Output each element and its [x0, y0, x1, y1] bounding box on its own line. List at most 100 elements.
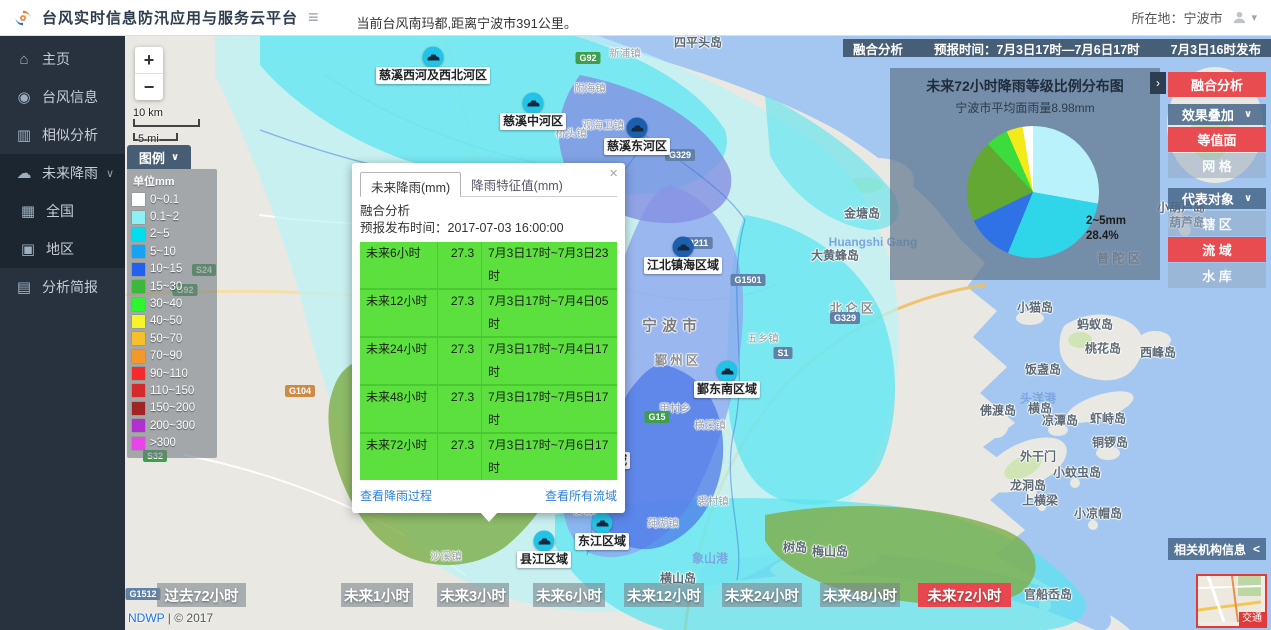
- sidebar-label: 未来降雨: [42, 163, 98, 183]
- layer-toggle-button[interactable]: 辖 区: [1168, 211, 1266, 236]
- time-range-button[interactable]: 未来24小时: [722, 583, 802, 607]
- sidebar-item-2[interactable]: ▥相似分析: [0, 116, 125, 154]
- time-range-button[interactable]: 未来1小时: [341, 583, 413, 607]
- header-user-area[interactable]: 所在地：宁波市 ▾: [1131, 8, 1257, 27]
- location-label: 所在地：宁波市: [1131, 8, 1222, 27]
- legend-item: 0~0.1: [132, 191, 212, 208]
- hamburger-menu-icon[interactable]: ≡: [308, 7, 319, 28]
- legend-range-label: 200~300: [150, 420, 195, 432]
- view-all-basins-link[interactable]: 查看所有流域: [545, 487, 617, 504]
- sidebar-icon-1: ◉: [15, 88, 33, 106]
- legend-title: 图例: [139, 148, 165, 167]
- value-cell: 27.3: [438, 242, 482, 288]
- region-marker-label[interactable]: 县江区域: [517, 551, 571, 568]
- period-cell: 未来72小时: [360, 434, 438, 480]
- road-badge: S1: [773, 347, 792, 359]
- fusion-analysis-button[interactable]: 融合分析: [1168, 72, 1266, 97]
- time-range-button[interactable]: 未来3小时: [437, 583, 509, 607]
- legend-item: 110~150: [132, 382, 212, 399]
- layer-toggle-button[interactable]: 流 域: [1168, 237, 1266, 262]
- time-range-button[interactable]: 未来48小时: [820, 583, 900, 607]
- car-icon: [596, 519, 609, 528]
- tab-rain-feature[interactable]: 降雨特征值(mm): [461, 171, 573, 196]
- chevron-left-icon: <: [1253, 542, 1260, 556]
- time-range-button[interactable]: 未来72小时: [918, 583, 1011, 607]
- car-icon: [631, 124, 644, 133]
- legend-item: 200~300: [132, 417, 212, 434]
- region-marker[interactable]: [592, 513, 613, 534]
- region-marker-label[interactable]: 东江区域: [575, 533, 629, 550]
- map-label-town: 莼湖镇: [647, 516, 679, 531]
- sidebar-icon-5: ▣: [19, 240, 37, 258]
- close-icon[interactable]: ×: [609, 166, 618, 181]
- value-cell: 27.3: [438, 338, 482, 384]
- rain-level-pie-chart[interactable]: [967, 126, 1099, 258]
- layer-group-header-0[interactable]: 效果叠加∨: [1168, 104, 1266, 125]
- chevron-down-icon: ∨: [171, 152, 179, 163]
- pie-tooltip: 2~5mm 28.4%: [1086, 214, 1126, 244]
- legend-range-label: 150~200: [150, 402, 195, 414]
- table-row: 未来24小时27.37月3日17时~7月4日17时: [360, 338, 617, 386]
- sidebar-label: 分析简报: [42, 277, 98, 297]
- sidebar-label: 台风信息: [42, 87, 98, 107]
- layer-toggle-button[interactable]: 等值面: [1168, 127, 1266, 152]
- legend-swatch: [132, 211, 145, 224]
- sidebar-item-0[interactable]: ⌂主页: [0, 40, 125, 78]
- map-container[interactable]: 四平头岛新浦镇附海镇观海卫镇桥头镇金塘岛Huangshi Gang大黄蜂岛葫芦岛…: [125, 35, 1271, 630]
- legend-swatch: [132, 228, 145, 241]
- sidebar-item-5[interactable]: ▣ 地区: [0, 230, 125, 268]
- layer-toggle-button[interactable]: 网 格: [1168, 153, 1266, 178]
- region-marker[interactable]: [717, 361, 738, 382]
- typhoon-logo-icon: [12, 7, 34, 29]
- time-range-button[interactable]: 过去72小时: [157, 583, 246, 607]
- legend-item: 0.1~2: [132, 208, 212, 225]
- legend-swatch: [132, 245, 145, 258]
- legend-range-label: 30~40: [150, 298, 182, 310]
- region-marker[interactable]: [673, 237, 694, 258]
- time-range-button[interactable]: 未来12小时: [624, 583, 704, 607]
- region-marker-label[interactable]: 慈溪中河区: [500, 113, 566, 130]
- sidebar-label: 地区: [46, 239, 74, 259]
- sidebar-item-1[interactable]: ◉ 台风信息: [0, 78, 125, 116]
- tab-future-rain[interactable]: 未来降雨(mm): [360, 172, 461, 197]
- region-marker-label[interactable]: 慈溪东河区: [604, 138, 670, 155]
- rain-forecast-popup: × 未来降雨(mm) 降雨特征值(mm) 融合分析 预报发布时间：2017-07…: [352, 163, 625, 513]
- view-rain-process-link[interactable]: 查看降雨过程: [360, 487, 432, 504]
- zoom-out-button[interactable]: −: [135, 74, 163, 100]
- range-cell: 7月3日17时~7月6日17时: [482, 434, 617, 480]
- region-marker-label[interactable]: 鄞东南区域: [694, 381, 760, 398]
- region-marker[interactable]: [423, 47, 444, 68]
- pie-tooltip-label: 2~5mm: [1086, 214, 1126, 229]
- map-label-town: 沙溪镇: [430, 549, 462, 564]
- sidebar-item-6[interactable]: ▤分析简报: [0, 268, 125, 306]
- legend-header[interactable]: 图例 ∨: [127, 145, 191, 169]
- zoom-in-button[interactable]: +: [135, 47, 163, 73]
- layer-toggle-button[interactable]: 水 库: [1168, 263, 1266, 288]
- sidebar-item-3[interactable]: ☁未来降雨∨: [0, 154, 125, 192]
- pie-tooltip-percent: 28.4%: [1086, 229, 1126, 244]
- region-marker-label[interactable]: 慈溪西河及西北河区: [376, 67, 490, 84]
- layer-group-header-1[interactable]: 代表对象∨: [1168, 188, 1266, 209]
- sidebar-icon-2: ▥: [15, 126, 33, 144]
- sidebar-item-4[interactable]: ▦全国: [0, 192, 125, 230]
- legend-range-label: 70~90: [150, 350, 182, 362]
- region-marker[interactable]: [523, 93, 544, 114]
- region-marker-label[interactable]: 江北镇海区域: [644, 257, 722, 274]
- chevron-down-icon: ∨: [106, 167, 114, 180]
- map-label-island: 小凉帽岛: [1074, 505, 1122, 522]
- panel-collapse-button[interactable]: ›: [1150, 72, 1166, 94]
- map-label-island: 横岛: [1028, 400, 1052, 417]
- user-icon[interactable]: [1232, 10, 1247, 25]
- traffic-layer-thumbnail[interactable]: 交通: [1196, 574, 1267, 628]
- map-label-town: 新浦镇: [609, 46, 641, 61]
- region-marker[interactable]: [627, 118, 648, 139]
- region-marker[interactable]: [534, 531, 555, 552]
- page-title: 台风实时信息防汛应用与服务云平台: [42, 7, 298, 28]
- scale-km-label: 10 km: [133, 107, 200, 119]
- user-dropdown-caret[interactable]: ▾: [1251, 11, 1257, 24]
- related-agencies-button[interactable]: 相关机构信息 <: [1168, 538, 1266, 560]
- range-cell: 7月3日17时~7月5日17时: [482, 386, 617, 432]
- map-label-island: 小猫岛: [1017, 299, 1053, 316]
- ndwp-link[interactable]: NDWP: [128, 611, 164, 625]
- time-range-button[interactable]: 未来6小时: [533, 583, 605, 607]
